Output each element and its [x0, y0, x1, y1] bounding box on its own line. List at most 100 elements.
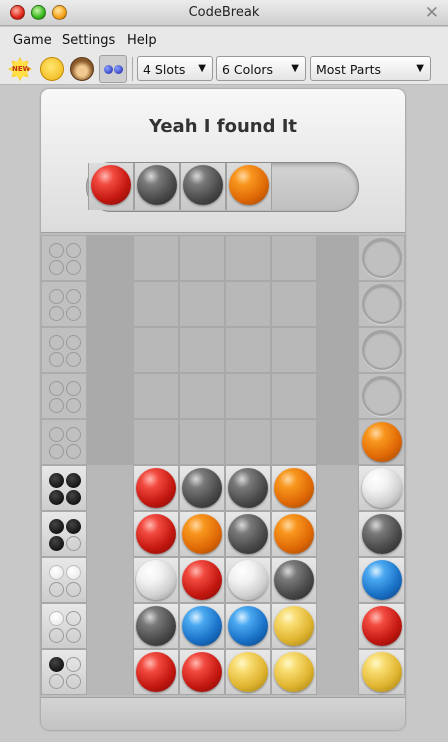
- menu-settings[interactable]: Settings: [62, 33, 115, 48]
- guess-slot[interactable]: [179, 557, 225, 603]
- peg-red[interactable]: [136, 468, 176, 508]
- guess-slot[interactable]: [271, 557, 317, 603]
- peg-yellow[interactable]: [228, 652, 268, 692]
- feedback-peg-empty: [66, 657, 81, 672]
- peg-gray[interactable]: [136, 606, 176, 646]
- guess-slot[interactable]: [133, 557, 179, 603]
- guess-slot[interactable]: [133, 419, 179, 465]
- guess-slot[interactable]: [133, 373, 179, 419]
- guess-slot[interactable]: [271, 281, 317, 327]
- guess-slot[interactable]: [271, 373, 317, 419]
- menu-help[interactable]: Help: [127, 33, 157, 48]
- slots-select[interactable]: 4 Slots ▼: [137, 56, 213, 81]
- window-title: CodeBreak: [188, 5, 260, 20]
- palette-peg-blue[interactable]: [362, 560, 402, 600]
- guess-slot[interactable]: [225, 511, 271, 557]
- palette-peg-red[interactable]: [362, 606, 402, 646]
- guess-slot[interactable]: [225, 557, 271, 603]
- guess-slot[interactable]: [133, 281, 179, 327]
- smiley-face-icon[interactable]: [40, 57, 64, 81]
- guess-slot[interactable]: [179, 465, 225, 511]
- guess-slot[interactable]: [179, 373, 225, 419]
- strategy-select[interactable]: Most Parts ▼: [310, 56, 431, 81]
- guess-slot[interactable]: [179, 281, 225, 327]
- peg-white[interactable]: [228, 560, 268, 600]
- guess-slot[interactable]: [133, 649, 179, 695]
- colors-select[interactable]: 6 Colors ▼: [216, 56, 306, 81]
- monkey-icon[interactable]: [70, 57, 94, 81]
- guess-slot[interactable]: [179, 603, 225, 649]
- guess-slot[interactable]: [225, 235, 271, 281]
- guess-slot[interactable]: [179, 235, 225, 281]
- color-picker-cell[interactable]: [358, 603, 405, 649]
- guess-slot[interactable]: [271, 603, 317, 649]
- guess-slot[interactable]: [271, 465, 317, 511]
- peg-blue[interactable]: [228, 606, 268, 646]
- peg-yellow[interactable]: [274, 652, 314, 692]
- chevron-down-icon: ▼: [416, 63, 424, 74]
- guess-slot[interactable]: [179, 327, 225, 373]
- guess-slot[interactable]: [271, 327, 317, 373]
- guess-slot[interactable]: [133, 511, 179, 557]
- empty-peg-hole[interactable]: [362, 284, 402, 324]
- peg-red[interactable]: [136, 652, 176, 692]
- peg-blue[interactable]: [182, 606, 222, 646]
- peg-gray[interactable]: [228, 514, 268, 554]
- guess-slot[interactable]: [225, 373, 271, 419]
- peg-yellow[interactable]: [274, 606, 314, 646]
- new-game-icon[interactable]: NEW: [8, 57, 32, 81]
- guess-slot[interactable]: [271, 419, 317, 465]
- toolbar: NEW 4 Slots ▼ 6 Colors ▼ Most Parts ▼: [0, 53, 448, 85]
- peg-red[interactable]: [182, 652, 222, 692]
- guess-slot[interactable]: [179, 419, 225, 465]
- peg-red[interactable]: [182, 560, 222, 600]
- empty-peg-hole[interactable]: [362, 376, 402, 416]
- color-picker-cell[interactable]: [358, 419, 405, 465]
- feedback-peg-empty: [49, 260, 64, 275]
- guess-slot[interactable]: [133, 465, 179, 511]
- guess-slot[interactable]: [225, 281, 271, 327]
- menu-game[interactable]: Game: [13, 33, 52, 48]
- guess-slot[interactable]: [225, 419, 271, 465]
- color-picker-cell[interactable]: [358, 327, 405, 373]
- feedback-peg-black: [49, 473, 64, 488]
- color-picker-cell[interactable]: [358, 649, 405, 695]
- peg-gray[interactable]: [228, 468, 268, 508]
- color-picker-cell[interactable]: [358, 373, 405, 419]
- guess-slot[interactable]: [179, 649, 225, 695]
- guess-row: [41, 281, 405, 327]
- peg-orange[interactable]: [182, 514, 222, 554]
- guess-slot[interactable]: [133, 327, 179, 373]
- peg-orange[interactable]: [274, 468, 314, 508]
- guess-slot[interactable]: [271, 235, 317, 281]
- feedback-cell: [41, 373, 87, 419]
- peg-gray[interactable]: [182, 468, 222, 508]
- feedback-peg-empty: [49, 674, 64, 689]
- color-picker-cell[interactable]: [358, 557, 405, 603]
- color-picker-cell[interactable]: [358, 235, 405, 281]
- color-picker-cell[interactable]: [358, 281, 405, 327]
- palette-peg-white[interactable]: [362, 468, 402, 508]
- peg-white[interactable]: [136, 560, 176, 600]
- guess-slot[interactable]: [133, 603, 179, 649]
- palette-peg-yellow[interactable]: [362, 652, 402, 692]
- guess-slot[interactable]: [179, 511, 225, 557]
- guess-slot[interactable]: [133, 235, 179, 281]
- guess-slot[interactable]: [225, 603, 271, 649]
- guess-slot[interactable]: [271, 649, 317, 695]
- peg-gray[interactable]: [274, 560, 314, 600]
- guess-slot[interactable]: [225, 465, 271, 511]
- color-picker-cell[interactable]: [358, 465, 405, 511]
- peg-orange[interactable]: [274, 514, 314, 554]
- empty-peg-hole[interactable]: [362, 238, 402, 278]
- guess-slot[interactable]: [271, 511, 317, 557]
- palette-peg-gray[interactable]: [362, 514, 402, 554]
- peg-red[interactable]: [136, 514, 176, 554]
- computer-guess-toggle[interactable]: [99, 55, 127, 83]
- feedback-cell: [41, 649, 87, 695]
- guess-slot[interactable]: [225, 649, 271, 695]
- palette-peg-orange[interactable]: [362, 422, 402, 462]
- color-picker-cell[interactable]: [358, 511, 405, 557]
- guess-slot[interactable]: [225, 327, 271, 373]
- empty-peg-hole[interactable]: [362, 330, 402, 370]
